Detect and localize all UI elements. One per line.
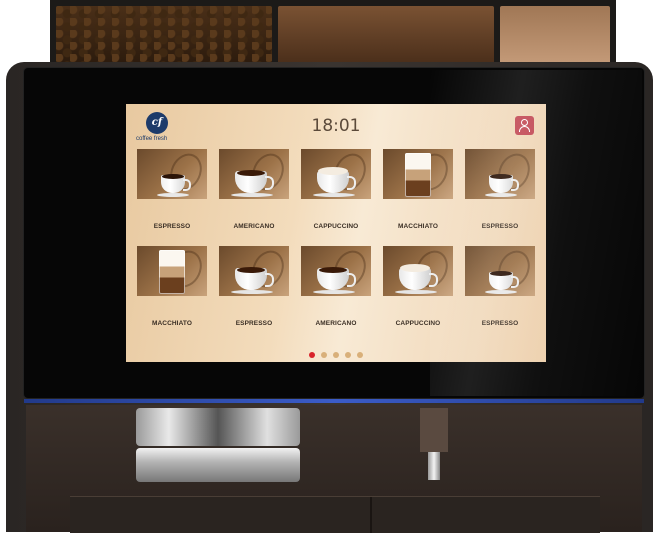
drink-image — [219, 149, 289, 199]
drink-label: AMERICANO — [315, 320, 357, 327]
page-dot-4[interactable] — [345, 352, 351, 358]
page-dot-3[interactable] — [333, 352, 339, 358]
drink-label: ESPRESSO — [153, 223, 191, 230]
cup-icon — [157, 171, 191, 197]
drink-label: AMERICANO — [233, 223, 275, 230]
drink-image — [137, 149, 207, 199]
drink-label: CAPPUCCINO — [313, 223, 359, 230]
coffee-outlet — [136, 408, 300, 482]
cup-icon — [313, 264, 357, 294]
drink-label: ESPRESSO — [235, 320, 273, 327]
brand-name: coffee fresh — [136, 136, 168, 142]
cup-icon — [231, 167, 275, 197]
user-icon — [521, 119, 528, 126]
drink-image — [383, 246, 453, 296]
user-icon-body — [519, 126, 530, 132]
glass-icon — [403, 153, 433, 199]
page-dot-2[interactable] — [321, 352, 327, 358]
coffee-outlet-bottom — [136, 448, 300, 482]
bean-hopper-left — [56, 6, 272, 64]
drink-label: MACCHIATO — [397, 223, 439, 230]
drink-image — [301, 246, 371, 296]
drink-image — [465, 149, 535, 199]
bean-hoppers — [50, 0, 616, 68]
drip-tray — [70, 496, 600, 533]
drink-tile-espresso[interactable]: ESPRESSO — [465, 246, 535, 330]
clock: 18:01 — [311, 116, 361, 136]
drink-tile-americano[interactable]: AMERICANO — [301, 246, 371, 330]
coffee-outlet-top — [136, 408, 300, 446]
drink-tile-cappuccino[interactable]: CAPPUCCINO — [383, 246, 453, 330]
hot-water-spout — [414, 408, 454, 480]
cup-icon — [231, 264, 275, 294]
drink-tile-macchiato[interactable]: MACCHIATO — [137, 246, 207, 330]
drink-label: MACCHIATO — [151, 320, 193, 327]
tray-divider — [370, 497, 372, 533]
spout-neck — [420, 408, 448, 452]
touch-screen: cf coffee fresh 18:01 ESPRESSO AMERICANO C… — [126, 104, 546, 362]
drink-image — [219, 246, 289, 296]
page-dot-1[interactable] — [309, 352, 315, 358]
drink-label: CAPPUCCINO — [395, 320, 441, 327]
drink-tile-espresso[interactable]: ESPRESSO — [219, 246, 289, 330]
ambient-light-strip — [24, 399, 644, 403]
glass-icon — [157, 250, 187, 296]
drink-image — [465, 246, 535, 296]
page-indicator — [126, 345, 546, 362]
drink-tile-cappuccino[interactable]: CAPPUCCINO — [301, 149, 371, 233]
page-dot-5[interactable] — [357, 352, 363, 358]
cup-icon — [313, 167, 357, 197]
user-button[interactable] — [515, 116, 534, 135]
drink-image — [383, 149, 453, 199]
bean-hopper-middle — [278, 6, 494, 64]
cup-icon — [395, 264, 439, 294]
drink-tile-macchiato[interactable]: MACCHIATO — [383, 149, 453, 233]
drink-tile-espresso[interactable]: ESPRESSO — [465, 149, 535, 233]
drink-label: ESPRESSO — [481, 223, 519, 230]
powder-hopper-right — [500, 6, 610, 64]
drink-image — [301, 149, 371, 199]
drink-tile-espresso[interactable]: ESPRESSO — [137, 149, 207, 233]
drink-image — [137, 246, 207, 296]
cup-icon — [485, 268, 519, 294]
drink-tile-americano[interactable]: AMERICANO — [219, 149, 289, 233]
drink-label: ESPRESSO — [481, 320, 519, 327]
spout-tip — [428, 452, 440, 480]
cup-icon — [485, 171, 519, 197]
